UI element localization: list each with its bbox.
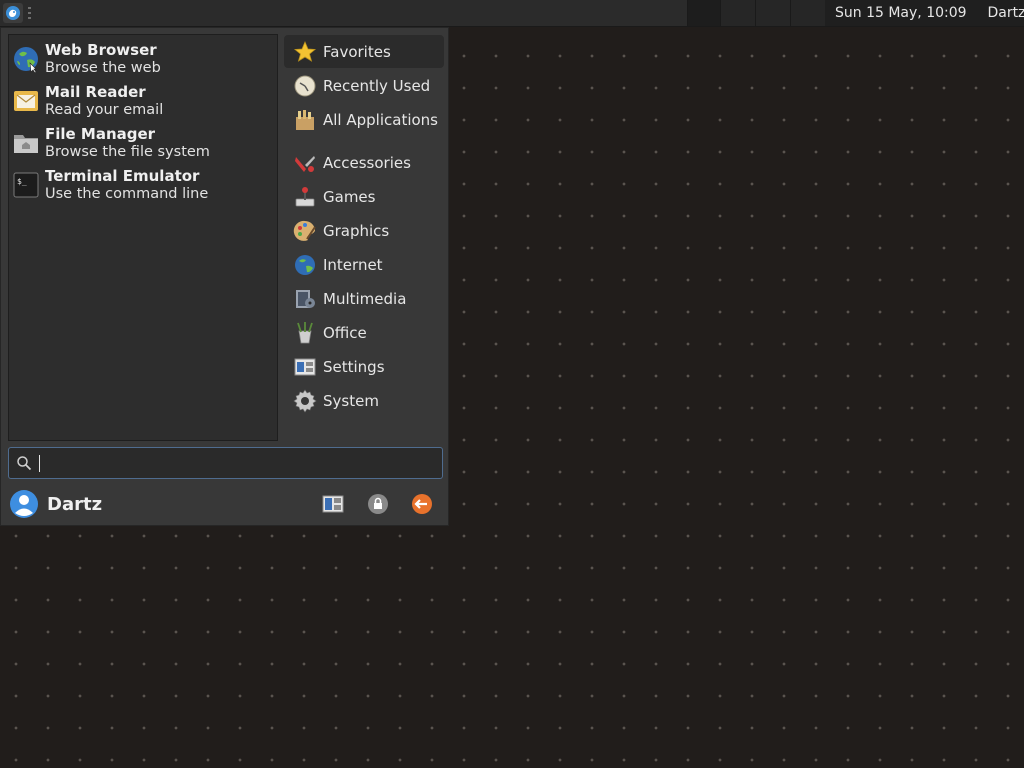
top-panel: Sun 15 May, 10:09 Dartz	[0, 0, 1024, 27]
launcher-name: Web Browser	[45, 41, 157, 59]
launcher-terminal-emulator[interactable]: $_ Terminal Emulator Use the command lin…	[12, 167, 274, 207]
clock-icon	[294, 75, 316, 96]
category-accessories[interactable]: Accessories	[284, 146, 444, 179]
panel-user[interactable]: Dartz	[987, 5, 1024, 21]
launcher-description: Browse the web	[45, 60, 161, 76]
globe-icon	[14, 47, 38, 73]
svg-text:$_: $_	[17, 177, 27, 186]
search-icon	[17, 456, 32, 471]
category-label: All Applications	[323, 110, 438, 129]
accessories-icon	[295, 155, 315, 172]
category-multimedia[interactable]: Multimedia	[284, 282, 444, 315]
settings-icon	[322, 495, 344, 513]
lock-icon	[368, 494, 388, 514]
applications-menu-button[interactable]	[3, 3, 23, 23]
applications-icon	[296, 109, 314, 130]
logout-button[interactable]	[410, 492, 434, 516]
category-label: Games	[323, 187, 376, 206]
category-office[interactable]: Office	[284, 316, 444, 349]
text-cursor	[39, 455, 40, 472]
category-label: Graphics	[323, 221, 390, 240]
user-row: Dartz	[9, 489, 102, 519]
category-label: System	[323, 391, 379, 410]
launcher-name: Mail Reader	[45, 83, 146, 101]
terminal-icon: $_	[13, 172, 39, 198]
category-system[interactable]: System	[284, 384, 444, 417]
clock[interactable]: Sun 15 May, 10:09	[835, 5, 967, 21]
folder-icon	[14, 135, 38, 153]
mail-icon	[14, 91, 38, 111]
favorites-list: Web Browser Browse the web Mail Reader R…	[8, 34, 278, 441]
category-recently-used[interactable]: Recently Used	[284, 69, 444, 102]
gear-icon	[293, 388, 317, 413]
category-internet[interactable]: Internet	[284, 248, 444, 281]
launcher-description: Browse the file system	[45, 144, 210, 160]
launcher-web-browser[interactable]: Web Browser Browse the web	[12, 41, 274, 81]
launcher-name: Terminal Emulator	[45, 167, 200, 185]
avatar-icon	[10, 490, 38, 518]
category-label: Multimedia	[323, 289, 407, 308]
palette-icon	[293, 220, 316, 241]
category-settings[interactable]: Settings	[284, 350, 444, 383]
workspace-1[interactable]	[687, 0, 720, 26]
workspace-2[interactable]	[720, 0, 755, 26]
launcher-description: Read your email	[45, 102, 164, 118]
settings-icon	[294, 358, 316, 375]
category-favorites[interactable]: Favorites	[284, 35, 444, 68]
category-graphics[interactable]: Graphics	[284, 214, 444, 247]
workspace-4[interactable]	[790, 0, 825, 26]
panel-handle[interactable]	[28, 7, 32, 19]
whisker-menu: Web Browser Browse the web Mail Reader R…	[0, 27, 449, 526]
category-all-applications[interactable]: All Applications	[284, 103, 444, 136]
multimedia-icon	[296, 289, 315, 308]
office-icon	[297, 321, 313, 343]
joystick-icon	[295, 186, 315, 206]
settings-manager-button[interactable]	[321, 492, 345, 516]
lock-screen-button[interactable]	[366, 492, 390, 516]
launcher-description: Use the command line	[45, 186, 209, 202]
search-input[interactable]	[41, 451, 440, 477]
category-label: Office	[323, 323, 367, 342]
category-label: Favorites	[323, 42, 391, 61]
category-label: Settings	[323, 357, 385, 376]
app-menu-icon	[6, 6, 20, 20]
logout-icon	[412, 494, 432, 514]
star-icon	[293, 40, 317, 62]
category-label: Accessories	[323, 153, 411, 172]
launcher-file-manager[interactable]: File Manager Browse the file system	[12, 125, 274, 165]
clock-and-user[interactable]: Sun 15 May, 10:09 Dartz	[825, 0, 1024, 26]
category-label: Internet	[323, 255, 383, 274]
launcher-name: File Manager	[45, 125, 156, 143]
workspace-3[interactable]	[755, 0, 790, 26]
category-games[interactable]: Games	[284, 180, 444, 213]
globe-icon	[295, 254, 315, 275]
user-name: Dartz	[47, 493, 103, 515]
search-box[interactable]	[8, 447, 443, 479]
category-label: Recently Used	[323, 76, 431, 95]
launcher-mail-reader[interactable]: Mail Reader Read your email	[12, 83, 274, 123]
